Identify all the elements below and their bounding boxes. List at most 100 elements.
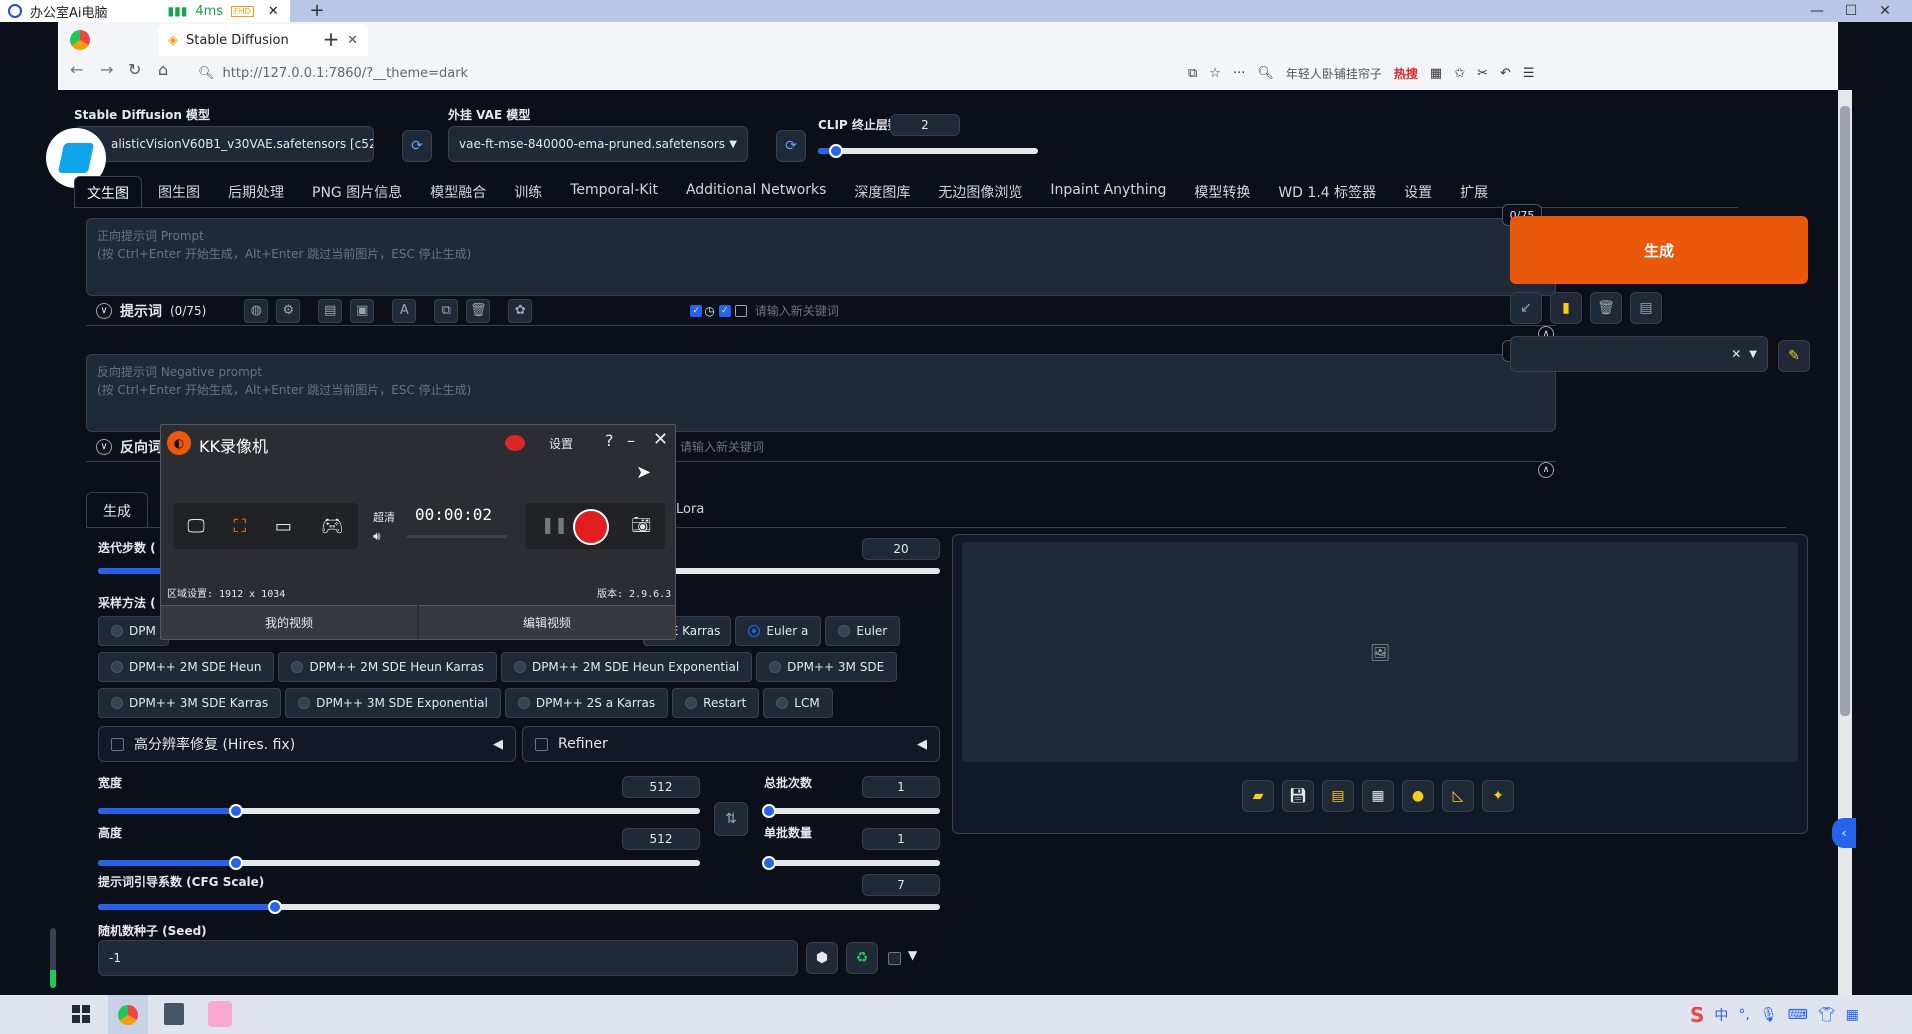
star-icon[interactable]: ☆ xyxy=(1209,66,1221,81)
bookmark-icon[interactable]: ▣ xyxy=(350,298,375,323)
dice-icon[interactable]: ⬢ xyxy=(806,942,838,974)
ime-icon[interactable]: S xyxy=(1690,1003,1704,1027)
cfg-slider[interactable] xyxy=(98,900,940,914)
pause-icon[interactable]: ❚❚ xyxy=(541,515,568,534)
pencil-icon[interactable]: ✎ xyxy=(1778,340,1810,372)
swap-dimensions-button[interactable]: ⇅ xyxy=(714,802,748,836)
model-select[interactable]: alisticVisionV60B1_v30VAE.safetensors [c… xyxy=(74,126,374,162)
checkbox-checked[interactable]: ✓ xyxy=(718,304,731,317)
sampler-dpmpp-3m-sde-karras[interactable]: DPM++ 3M SDE Karras xyxy=(98,688,282,718)
triangle-down-icon[interactable]: ▼ xyxy=(908,948,917,962)
checkbox[interactable] xyxy=(535,737,548,751)
recorder-settings[interactable]: 设置 xyxy=(549,435,573,452)
tab-3[interactable]: PNG 图片信息 xyxy=(300,176,414,208)
negative-prompt-textarea[interactable]: 反向提示词 Negative prompt (按 Ctrl+Enter 开始生成… xyxy=(86,354,1556,432)
calculator-taskbar-icon[interactable] xyxy=(164,1003,184,1025)
refiner-accordion[interactable]: Refiner ◀ xyxy=(522,726,940,762)
reload-icon[interactable]: ↻ xyxy=(128,60,141,79)
generate-button[interactable]: 生成 xyxy=(1510,216,1808,284)
batch-count-slider[interactable] xyxy=(762,804,940,818)
collapse-icon[interactable]: ∨ xyxy=(96,302,112,319)
search-hint[interactable]: 年轻人卧铺挂帘子 xyxy=(1286,65,1382,82)
edit-video-button[interactable]: 编辑视频 xyxy=(419,605,675,639)
width-slider-knob[interactable] xyxy=(229,804,244,818)
sampler-dpmpp-2m-sde-heun[interactable]: DPM++ 2M SDE Heun xyxy=(98,652,275,682)
close-icon[interactable]: ✕ xyxy=(653,429,668,450)
sampler-euler[interactable]: Euler xyxy=(825,616,901,646)
refresh-vae-button[interactable]: ⟳ xyxy=(776,130,806,162)
checkbox[interactable] xyxy=(111,737,124,751)
settings-icon[interactable]: ✿ xyxy=(508,298,533,323)
punct-icon[interactable]: °, xyxy=(1738,1007,1749,1023)
sampler-dpmpp-2s-a-karras[interactable]: DPM++ 2S a Karras xyxy=(504,688,669,718)
steps-value[interactable]: 20 xyxy=(862,538,940,560)
sampler-restart[interactable]: Restart xyxy=(672,688,760,718)
favorites-icon[interactable]: ✩ xyxy=(1454,66,1465,81)
tab-14[interactable]: 扩展 xyxy=(1448,176,1500,208)
tab-7[interactable]: Additional Networks xyxy=(674,176,838,208)
sampler-euler-a[interactable]: Euler a xyxy=(735,616,822,646)
tab-9[interactable]: 无边图像浏览 xyxy=(926,176,1034,208)
folder-icon[interactable]: ▰ xyxy=(1242,780,1274,812)
forward-icon[interactable]: → xyxy=(100,60,113,79)
hires-fix-accordion[interactable]: 高分辨率修复 (Hires. fix) ◀ xyxy=(98,726,516,762)
prompt-textarea[interactable]: 正向提示词 Prompt (按 Ctrl+Enter 开始生成，Alt+Ente… xyxy=(86,218,1556,296)
tab-6[interactable]: Temporal-Kit xyxy=(558,176,670,208)
translate-icon[interactable]: A xyxy=(392,298,417,323)
tab-8[interactable]: 深度图库 xyxy=(842,176,922,208)
sparkle-icon[interactable]: ✦ xyxy=(1482,780,1514,812)
translate-icon[interactable]: ⧉ xyxy=(1188,66,1197,81)
outer-window-tab[interactable]: 办公室Ai电脑 ▮▮▮ 4ms FHD ✕ xyxy=(0,0,290,22)
tab-1[interactable]: 图生图 xyxy=(146,176,212,208)
grid-icon[interactable]: ▦ xyxy=(1846,1007,1859,1023)
apps-icon[interactable]: ▦ xyxy=(1430,66,1442,81)
keyword-input[interactable]: 请输入新关键词 xyxy=(680,438,764,455)
clipboard-yellow-icon[interactable]: ▮ xyxy=(1550,292,1582,324)
cfg-value[interactable]: 7 xyxy=(862,874,940,896)
history-icon[interactable]: ◷ xyxy=(704,304,714,318)
vae-select[interactable]: vae-ft-mse-840000-ema-pruned.safetensors… xyxy=(448,126,748,162)
zip-icon[interactable]: ▤ xyxy=(1322,780,1354,812)
sampler-dpmpp-2m-sde-heun-karras[interactable]: DPM++ 2M SDE Heun Karras xyxy=(278,652,497,682)
copy-icon[interactable]: ⧉ xyxy=(434,298,459,323)
menu-icon[interactable]: ☰ xyxy=(1523,66,1535,81)
tab-11[interactable]: 模型转换 xyxy=(1182,176,1262,208)
cfg-slider-knob[interactable] xyxy=(267,900,282,914)
back-icon[interactable]: ← xyxy=(70,60,83,79)
seed-input[interactable]: -1 xyxy=(98,940,798,976)
batch-count-slider-knob[interactable] xyxy=(762,804,776,818)
page-scrollbar[interactable] xyxy=(1838,90,1852,995)
recycle-icon[interactable]: ♻ xyxy=(846,942,878,974)
sampler-lcm[interactable]: LCM xyxy=(763,688,833,718)
camera-icon[interactable]: 📷︎ xyxy=(631,515,651,534)
app-taskbar-icon[interactable] xyxy=(208,1001,232,1027)
tab-10[interactable]: Inpaint Anything xyxy=(1038,176,1178,208)
collapse-up-icon[interactable]: ∧ xyxy=(1538,462,1554,478)
clear-icon[interactable]: ✕ xyxy=(1731,347,1741,361)
undo-icon[interactable]: ↶ xyxy=(1500,66,1511,81)
tab-4[interactable]: 模型融合 xyxy=(418,176,498,208)
recorder-quality[interactable]: 超清 xyxy=(373,509,395,525)
microphone-icon[interactable]: 🎙︎ xyxy=(1760,1007,1778,1023)
height-value[interactable]: 512 xyxy=(622,828,700,850)
save-icon[interactable]: 💾︎ xyxy=(1282,780,1314,812)
arrow-icon[interactable]: ↙ xyxy=(1510,292,1542,324)
gamepad-icon[interactable]: 🎮︎ xyxy=(321,516,344,537)
style-select[interactable]: ✕ ▼ xyxy=(1510,336,1768,372)
document-icon[interactable]: ▤ xyxy=(1630,292,1662,324)
shirt-icon[interactable]: 👕︎ xyxy=(1818,1007,1836,1023)
tab-13[interactable]: 设置 xyxy=(1392,176,1444,208)
height-slider[interactable] xyxy=(98,856,700,870)
search-icon[interactable]: 🔍︎ xyxy=(1257,66,1274,81)
clip-slider-knob[interactable] xyxy=(828,144,843,158)
new-tab-icon[interactable]: + xyxy=(306,0,328,22)
close-icon[interactable]: ✕ xyxy=(268,4,279,19)
recorder-lips-icon[interactable] xyxy=(505,435,525,451)
subtab-lora[interactable]: Lora xyxy=(676,502,704,517)
sampler-dpmpp-3m-sde-exponential[interactable]: DPM++ 3M SDE Exponential xyxy=(285,688,501,718)
globe-icon[interactable]: ◍ xyxy=(244,298,269,323)
sampler-dpmpp-3m-sde[interactable]: DPM++ 3M SDE xyxy=(756,652,898,682)
batch-size-value[interactable]: 1 xyxy=(862,828,940,850)
collapse-icon[interactable]: ∨ xyxy=(96,438,112,455)
palette-icon[interactable]: ● xyxy=(1402,780,1434,812)
